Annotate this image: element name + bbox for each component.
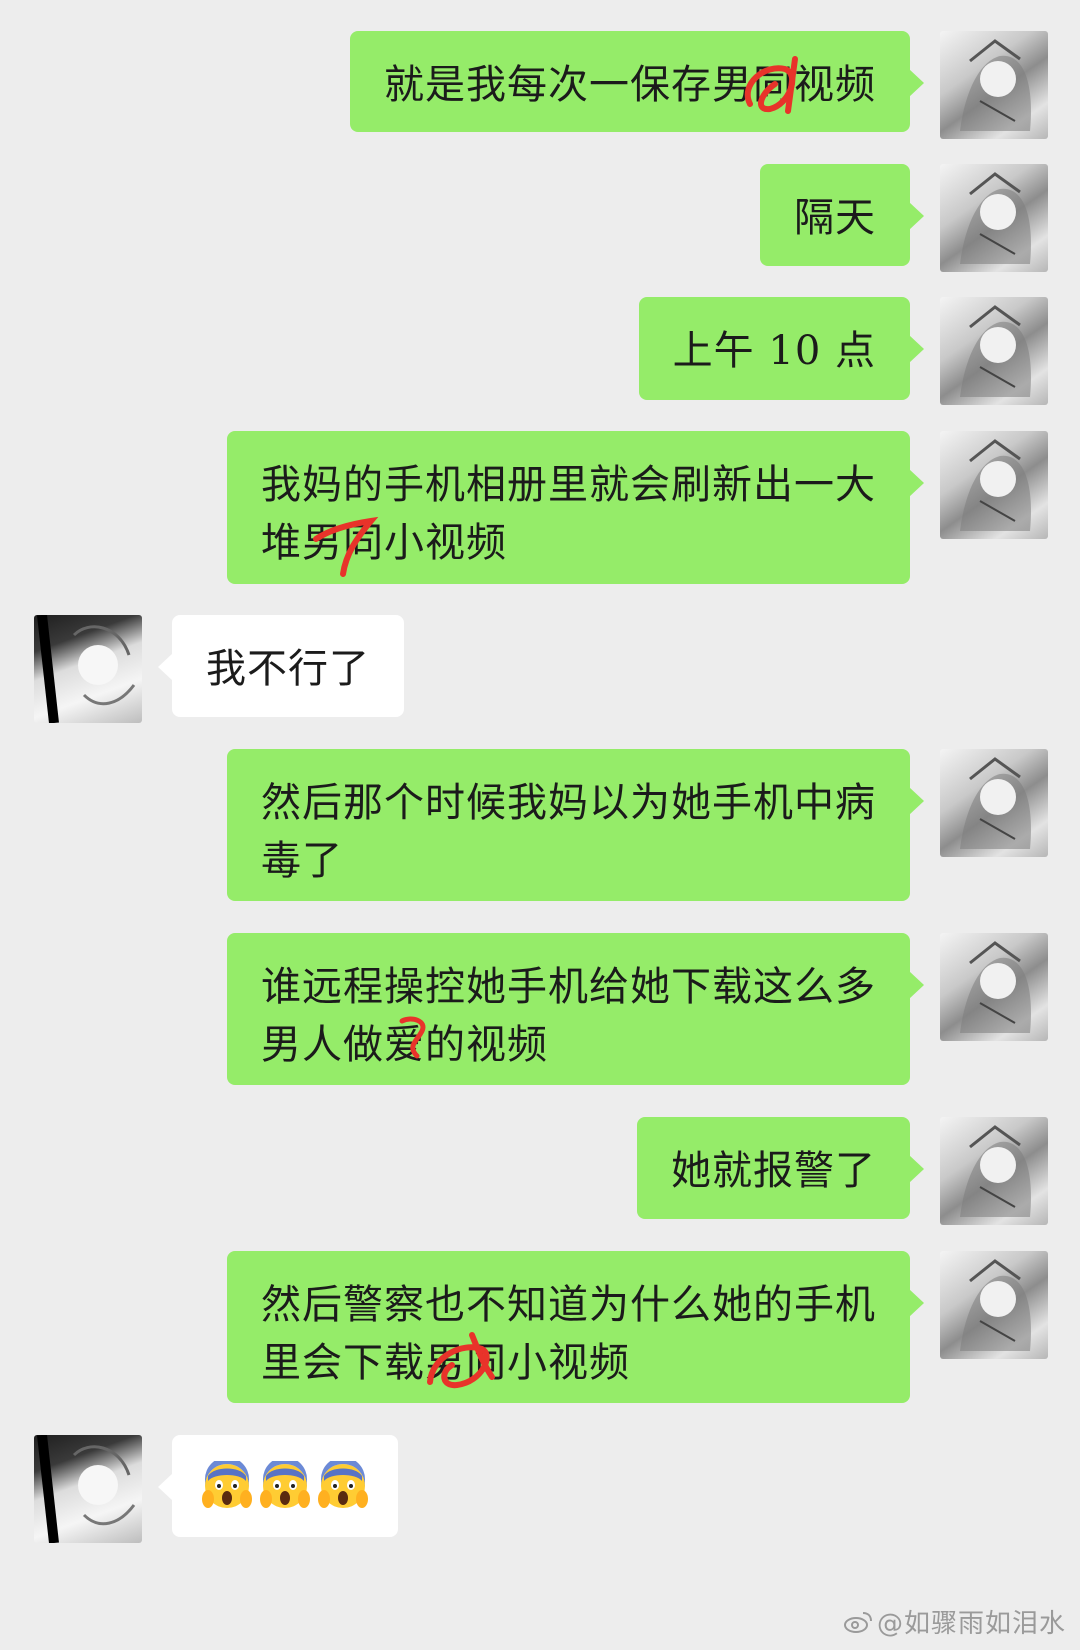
sender-avatar[interactable] [940,749,1048,857]
message-text: 我妈的手机相册里就会刷新出一大 [261,462,876,508]
sender-avatar[interactable] [940,1117,1048,1225]
screaming-face-icon [202,1461,252,1508]
sent-message-bubble[interactable]: 然后警察也不知道为什么她的手机 里会下载男同小视频 [227,1251,924,1403]
message-text: 谁远程操控她手机给她下载这么多 [261,964,876,1010]
message-text: 男人做爱的视频 [261,1022,548,1068]
sent-message-bubble[interactable]: 就是我每次一保存男同视频 [350,31,924,132]
message-text: 隔天 [794,195,876,241]
contact-avatar[interactable] [34,1435,142,1543]
message-text: 然后警察也不知道为什么她的手机 [261,1282,876,1328]
sender-avatar[interactable] [940,31,1048,139]
watermark-text: @如骤雨如泪水 [876,1609,1066,1639]
weibo-logo-icon [843,1611,872,1633]
received-message-bubble[interactable] [158,1435,398,1537]
message-text: 里会下载男同小视频 [261,1340,630,1386]
watermark: @如骤雨如泪水 [843,1603,1066,1640]
message-text: 她就报警了 [671,1148,876,1194]
sent-message-bubble[interactable]: 她就报警了 [637,1117,924,1219]
sent-message-bubble[interactable]: 隔天 [760,164,924,266]
message-text: 然后那个时候我妈以为她手机中病 [261,780,876,826]
sender-avatar[interactable] [940,431,1048,539]
sender-avatar[interactable] [940,933,1048,1041]
message-text: 我不行了 [206,646,370,692]
sender-avatar[interactable] [940,164,1048,272]
sent-message-bubble[interactable]: 我妈的手机相册里就会刷新出一大 堆男同小视频 [227,431,924,584]
emoji-group [202,1457,368,1515]
sent-message-bubble[interactable]: 上午 10 点 [638,297,925,400]
sender-avatar[interactable] [940,1251,1048,1359]
message-text: 堆男同小视频 [261,520,507,566]
screaming-face-icon [260,1461,310,1508]
message-text: 毒了 [261,838,343,884]
sent-message-bubble[interactable]: 然后那个时候我妈以为她手机中病 毒了 [227,749,924,901]
screaming-face-icon [318,1461,368,1508]
message-text: 就是我每次一保存男同视频 [384,62,876,108]
contact-avatar[interactable] [34,615,142,723]
sender-avatar[interactable] [940,297,1048,405]
sent-message-bubble[interactable]: 谁远程操控她手机给她下载这么多 男人做爱的视频 [227,933,924,1085]
received-message-bubble[interactable]: 我不行了 [158,615,404,717]
message-text: 上午 10 点 [672,328,876,374]
